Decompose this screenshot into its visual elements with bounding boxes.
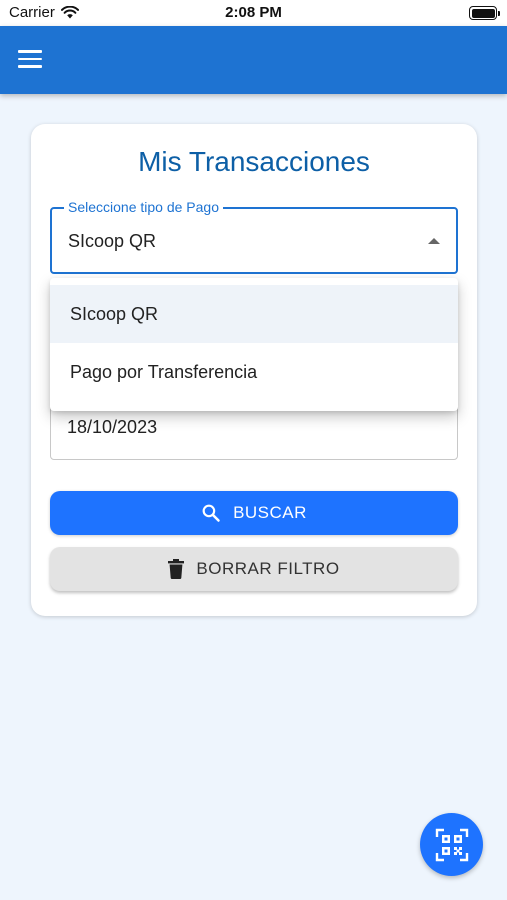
- status-bar: Carrier 2:08 PM: [0, 0, 507, 26]
- trash-icon: [168, 559, 185, 579]
- dropdown-option-transferencia[interactable]: Pago por Transferencia: [50, 343, 458, 401]
- battery-cap: [498, 11, 500, 16]
- dropdown-option-sicoop-qr[interactable]: SIcoop QR: [50, 285, 458, 343]
- status-time: 2:08 PM: [225, 4, 282, 21]
- date-value: 18/10/2023: [67, 417, 158, 437]
- caret-up-icon: [428, 238, 440, 244]
- hamburger-menu-icon[interactable]: [18, 50, 42, 70]
- battery-fill: [471, 8, 495, 18]
- payment-type-value: SIcoop QR: [68, 231, 157, 251]
- payment-type-select[interactable]: Seleccione tipo de Pago SIcoop QR: [50, 199, 458, 274]
- clear-filter-button[interactable]: BORRAR FILTRO: [50, 547, 458, 591]
- app-bar: [0, 26, 507, 94]
- clear-filter-label: BORRAR FILTRO: [196, 559, 340, 578]
- qr-scan-button[interactable]: [420, 813, 483, 876]
- qr-scan-icon: [435, 828, 468, 861]
- page-title: Mis Transacciones: [138, 146, 370, 177]
- search-button[interactable]: BUSCAR: [50, 491, 458, 535]
- search-button-label: BUSCAR: [233, 503, 307, 522]
- search-icon: [202, 504, 220, 522]
- payment-type-label: Seleccione tipo de Pago: [64, 199, 223, 215]
- payment-type-dropdown-menu: SIcoop QR Pago por Transferencia: [50, 278, 458, 411]
- battery-icon: [469, 6, 500, 20]
